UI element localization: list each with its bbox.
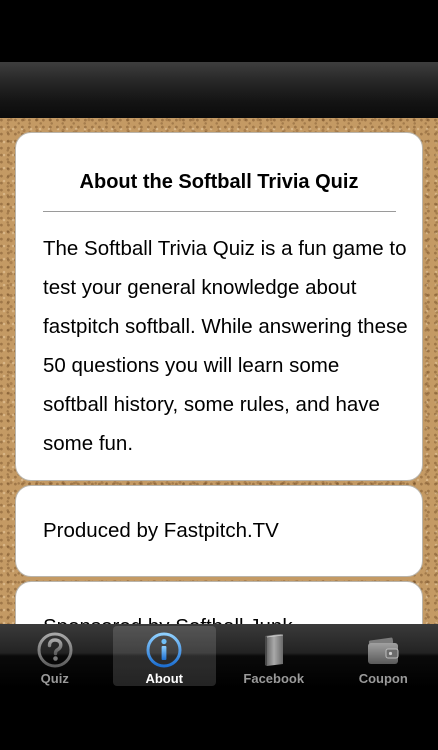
tab-coupon[interactable]: Coupon	[329, 624, 438, 688]
tab-bar: Quiz About Facebook Coupon	[0, 624, 438, 688]
sponsor-label: Sponsored by Softball Junk	[43, 615, 293, 624]
tab-about[interactable]: About	[110, 624, 220, 688]
tab-label-facebook: Facebook	[243, 671, 305, 686]
screen: About the Softball Trivia Quiz The Softb…	[0, 0, 438, 750]
wallet-icon	[363, 630, 403, 670]
tab-quiz[interactable]: Quiz	[0, 624, 110, 688]
info-icon	[144, 630, 184, 670]
navigation-bar	[0, 62, 438, 119]
about-description: The Softball Trivia Quiz is a fun game t…	[43, 237, 408, 455]
sponsor-card[interactable]: Sponsored by Softball Junk	[15, 581, 423, 624]
corkboard-background[interactable]: About the Softball Trivia Quiz The Softb…	[0, 118, 438, 624]
book-icon	[254, 630, 294, 670]
about-card: About the Softball Trivia Quiz The Softb…	[15, 132, 423, 481]
tab-facebook[interactable]: Facebook	[219, 624, 329, 688]
about-title: About the Softball Trivia Quiz	[79, 171, 359, 193]
producer-label: Produced by Fastpitch.TV	[43, 519, 279, 542]
bottom-area	[0, 688, 438, 750]
title-divider	[43, 211, 396, 212]
producer-card[interactable]: Produced by Fastpitch.TV	[15, 485, 423, 577]
tab-label-quiz: Quiz	[40, 671, 69, 686]
tab-label-about: About	[145, 671, 184, 686]
question-icon	[35, 630, 75, 670]
tab-label-coupon: Coupon	[358, 671, 408, 686]
status-bar	[0, 0, 438, 62]
